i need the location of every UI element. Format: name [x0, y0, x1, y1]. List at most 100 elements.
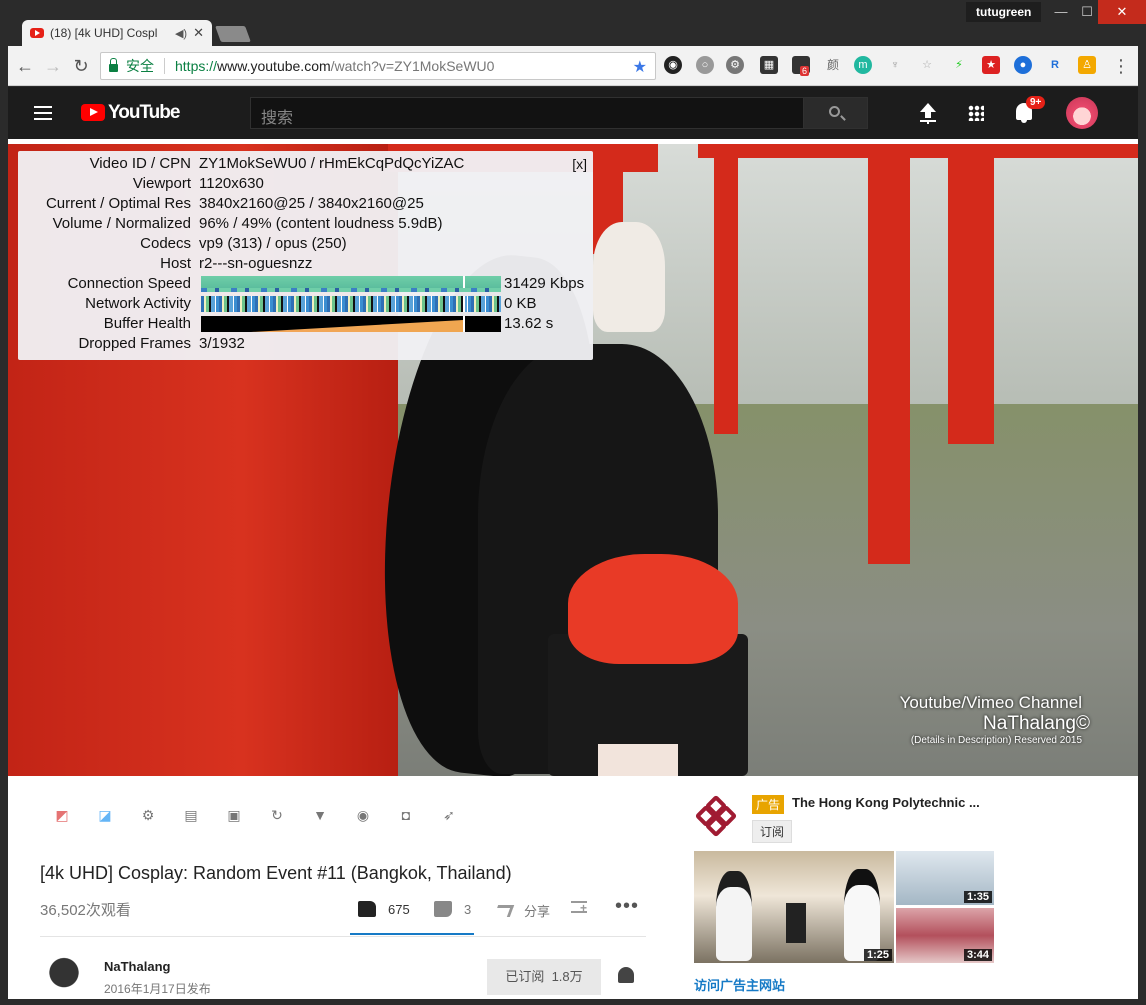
stats-key: Current / Optimal Res — [45, 195, 191, 212]
tab-close-icon[interactable]: ✕ — [193, 25, 204, 41]
camera-icon[interactable]: ◘ — [396, 807, 416, 823]
thumb-down-icon — [434, 901, 452, 917]
more-actions-button[interactable]: ••• — [615, 895, 639, 918]
extension-qrcode-icon[interactable]: ▦ — [760, 56, 778, 74]
stats-value: 13.62 s — [504, 315, 554, 332]
ad-subscribe-button[interactable]: 订阅 — [752, 820, 793, 843]
red-pillar-back-2 — [714, 144, 738, 434]
hamburger-menu-icon[interactable] — [34, 106, 52, 120]
reload-icon[interactable]: ↻ — [70, 55, 92, 77]
address-separator — [164, 58, 165, 74]
search-input[interactable]: 搜索 — [250, 97, 804, 129]
speaker-icon[interactable]: ◀) — [175, 27, 187, 40]
stats-row-host: Host r2---sn-oguesnzz — [18, 255, 593, 275]
like-button[interactable]: 675 — [358, 901, 410, 917]
browser-menu-icon[interactable]: ⋮ — [1112, 55, 1130, 77]
connection-speed-graph — [201, 276, 501, 292]
address-bar[interactable]: 安全 https:// www.youtube.com /watch?v=ZY1… — [100, 52, 656, 80]
extension-anchor-icon[interactable]: ♆ — [886, 56, 904, 74]
ad-label: 广告 — [752, 795, 785, 814]
extension-flag-icon[interactable]: ★ — [982, 56, 1000, 74]
extension-bolt-icon[interactable]: ⚡ — [950, 56, 968, 74]
extension-shield-icon[interactable]: ● — [1014, 56, 1032, 74]
extension-color-icon[interactable]: ◉ — [664, 56, 682, 74]
profile-name-button[interactable]: tutugreen — [966, 2, 1042, 22]
maximize-button[interactable]: ☐ — [1076, 0, 1098, 24]
red-pillar-right-1 — [868, 144, 910, 564]
share-button[interactable]: 分享 — [493, 901, 550, 920]
extension-lamp-icon[interactable]: ♙ — [1078, 56, 1096, 74]
bookmark-star-icon[interactable]: ★ — [633, 57, 647, 77]
browser-tab[interactable]: (18) [4k UHD] Cospl ◀) ✕ — [22, 20, 212, 46]
network-activity-graph — [201, 296, 501, 312]
extension-actions-row: ◩ ◪ ⚙ ▤ ▣ ↻ ▼ ◉ ◘ ➶ — [52, 807, 482, 825]
subscribed-button[interactable]: 已订阅 1.8万 — [487, 959, 601, 995]
stats-value: r2---sn-oguesnzz — [199, 255, 313, 272]
stats-key: Buffer Health — [103, 315, 191, 332]
channel-name[interactable]: NaThalang — [104, 959, 170, 974]
more-dots-icon: ••• — [615, 895, 640, 917]
thumbnail-device — [786, 903, 806, 943]
channel-avatar[interactable] — [40, 955, 88, 999]
stats-row-volume: Volume / Normalized 96% / 49% (content l… — [18, 215, 593, 235]
minimize-button[interactable]: — — [1046, 0, 1076, 24]
apps-grid-icon[interactable] — [968, 105, 984, 121]
extension-yan-icon[interactable]: 颜 — [824, 56, 842, 74]
extension-badge-count: 6 — [800, 66, 810, 76]
thumbnail-person-right — [844, 869, 880, 961]
extension-circle-icon[interactable]: ○ — [696, 56, 714, 74]
video-duration: 1:35 — [963, 891, 992, 903]
url-scheme: https:// — [175, 58, 218, 74]
stats-key: Volume / Normalized — [52, 215, 191, 232]
rocket-icon[interactable]: ➶ — [439, 807, 459, 823]
pip-icon[interactable]: ◩ — [52, 807, 72, 823]
stats-value: 0 KB — [504, 295, 537, 312]
video-duration: 1:25 — [863, 949, 892, 961]
back-icon[interactable]: ← — [14, 55, 36, 77]
advertiser-logo[interactable] — [694, 794, 742, 842]
globe-icon[interactable]: ◉ — [353, 807, 373, 823]
extension-star-icon[interactable]: ☆ — [918, 56, 936, 74]
visit-advertiser-link[interactable]: 访问广告主网站 — [694, 975, 785, 994]
watermark-line-1: Youtube/Vimeo Channel — [899, 693, 1082, 712]
youtube-logo-text[interactable]: YouTube — [108, 102, 180, 124]
extension-r-icon[interactable]: R — [1046, 56, 1064, 74]
youtube-logo-icon[interactable] — [81, 104, 105, 121]
ad-video-thumbnail-main[interactable]: 1:25 — [694, 851, 894, 963]
like-count: 675 — [388, 901, 410, 917]
share-arrow-icon — [493, 904, 515, 917]
add-to-playlist-icon — [571, 901, 587, 915]
add-to-playlist-button[interactable] — [571, 901, 597, 915]
extension-m-icon[interactable]: m — [854, 56, 872, 74]
dislike-count: 3 — [464, 901, 472, 917]
extension-badge-icon[interactable]: 6 — [792, 56, 810, 76]
close-window-button[interactable]: ✕ — [1098, 0, 1146, 24]
stats-for-nerds-panel: [x] Video ID / CPN ZY1MokSeWU0 / rHmEkCq… — [18, 151, 593, 360]
cosplayer-legs — [598, 744, 678, 776]
stats-value: 3840x2160@25 / 3840x2160@25 — [199, 195, 424, 212]
forward-icon[interactable]: → — [42, 55, 64, 77]
ad-video-thumbnail-small[interactable]: 1:35 — [896, 851, 994, 905]
film-icon[interactable]: ▤ — [181, 807, 201, 823]
gear-icon[interactable]: ⚙ — [138, 807, 158, 823]
extension-gear-icon[interactable]: ⚙ — [726, 56, 744, 74]
dislike-button[interactable]: 3 — [434, 901, 471, 917]
stats-key: Video ID / CPN — [89, 155, 191, 172]
url-host: www.youtube.com — [217, 58, 331, 74]
ad-video-thumbnail-small[interactable]: 3:44 — [896, 908, 994, 963]
stats-key: Codecs — [140, 235, 191, 252]
thumbnail-person-left — [716, 871, 752, 961]
loop-icon[interactable]: ↻ — [267, 807, 287, 823]
channel-notification-bell-icon[interactable] — [618, 967, 634, 983]
new-tab-button[interactable] — [215, 26, 251, 42]
account-avatar[interactable] — [1066, 97, 1098, 129]
search-button[interactable] — [803, 97, 868, 129]
browser-toolbar: ← → ↻ 安全 https:// www.youtube.com /watch… — [8, 46, 1138, 86]
stats-value: 1120x630 — [199, 175, 264, 192]
popout-icon[interactable]: ◪ — [95, 807, 115, 823]
screenshot-icon[interactable]: ▣ — [224, 807, 244, 823]
advertiser-name[interactable]: The Hong Kong Polytechnic ... — [792, 795, 980, 810]
lock-icon — [109, 58, 118, 72]
filter-icon[interactable]: ▼ — [310, 807, 330, 823]
graph-marker — [463, 296, 465, 312]
